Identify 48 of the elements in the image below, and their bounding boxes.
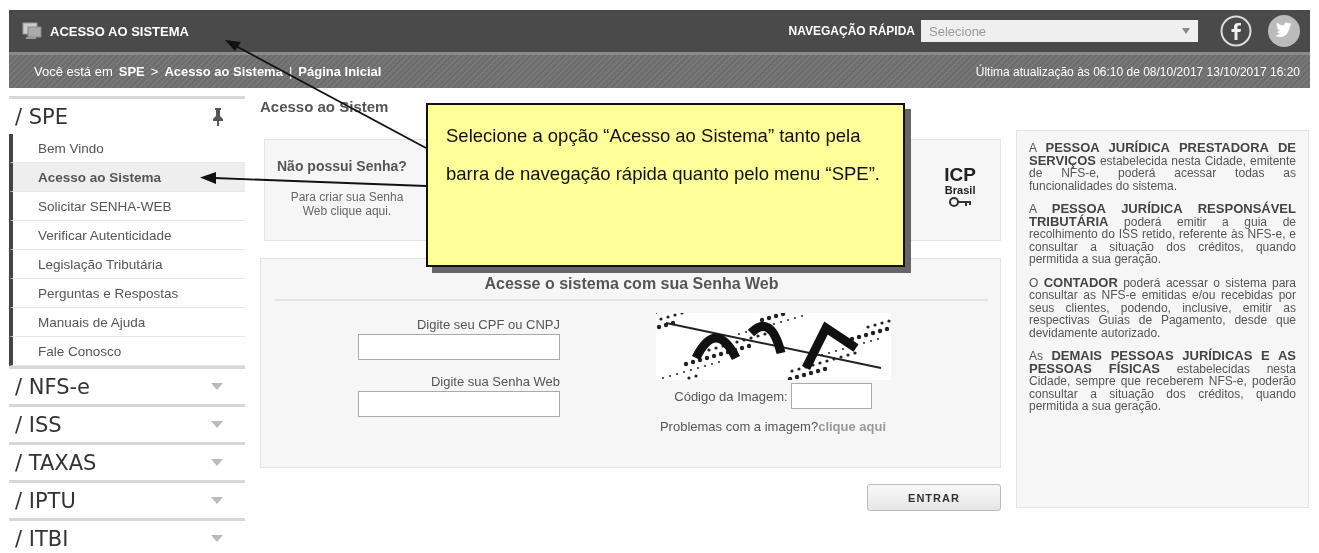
sidebar-item[interactable]: Acesso ao Sistema <box>9 163 245 192</box>
captcha-label: Código da Imagem: <box>674 388 788 404</box>
captcha-input[interactable] <box>790 383 872 409</box>
breadcrumb-prefix: Você está em <box>34 64 113 79</box>
sidebar-item[interactable]: Fale Conosco <box>9 337 245 366</box>
info-paragraph: A PESSOA JURÍDICA RESPONSÁVEL TRIBUTÁRIA poderá emitir a guia de recolhimento do ISS retido, referente às NFS-e, e consultar a situação dos créditos, quando permitida a sua geração. <box>1029 203 1296 266</box>
login-title: Acesse o sistema com sua Senha Web <box>275 275 988 301</box>
captcha-problem-text: Problemas com a imagem? <box>659 419 819 434</box>
card-text[interactable]: Para criar sua Senha Web clique aqui. <box>277 190 417 218</box>
sidebar-section-header[interactable]: / ISS <box>9 404 245 442</box>
password-input[interactable] <box>358 391 560 417</box>
caret-icon <box>1182 28 1190 34</box>
facebook-icon[interactable] <box>1220 15 1252 47</box>
sidebar-item[interactable]: Legislação Tributária <box>9 250 245 279</box>
chevron-icon <box>211 535 223 542</box>
submit-button[interactable]: ENTRAR <box>867 484 1001 511</box>
info-paragraph: A PESSOA JURÍDICA PRESTADORA DE SERVIÇOS estabelecida nesta Cidade, emitente de NFS-e, poderá acessar todas as funcionalidades do sistema. <box>1029 142 1296 192</box>
chevron-icon <box>211 383 223 390</box>
sidebar-item[interactable]: Verificar Autenticidade <box>9 221 245 250</box>
pin-icon[interactable] <box>213 107 223 126</box>
bird-icon[interactable] <box>1268 15 1300 47</box>
breadcrumb-link[interactable]: Acesso ao Sistema <box>164 64 283 79</box>
sidebar-item[interactable]: Solicitar SENHA-WEB <box>9 192 245 221</box>
chevron-icon <box>211 421 223 428</box>
sidebar-item[interactable]: Manuais de Ajuda <box>9 308 245 337</box>
sidebar-section-header[interactable]: / NFS-e <box>9 366 245 404</box>
cpf-label: Digite seu CPF ou CNPJ <box>416 317 560 332</box>
card-title: Não possui Senha? <box>277 158 408 174</box>
sidebar-section-header[interactable]: / TAXAS <box>9 442 245 480</box>
sidebar-item[interactable]: Perguntas e Respostas <box>9 279 245 308</box>
breadcrumb-link[interactable]: SPE <box>118 64 145 79</box>
computer-icon <box>22 22 42 40</box>
callout-text: Selecione a opção “Acesso ao Sistema” tanto pela barra de navegação rápida quanto pelo menu “SPE”. <box>446 124 881 186</box>
icp-logo: ICP Brasil <box>944 166 976 240</box>
info-paragraph: O CONTADOR poderá acessar o sistema para consultar as NFS-e emitidas e/ou recebidas por seus clientes, podendo, inclusive, emitir as respectivas Guias de Pagamento, desde que devidamente autorizado. <box>1029 276 1296 339</box>
sidebar-section-header[interactable]: / ITBI <box>9 518 245 553</box>
cpf-input[interactable] <box>358 334 560 360</box>
sidebar-item[interactable]: Bem Vindo <box>9 134 245 163</box>
quick-nav-label: NAVEGAÇÃO RÁPIDA <box>788 24 915 38</box>
last-update-text: Última atualização às 06:10 de 08/10/2017 13/10/2017 16:20 <box>975 64 1300 79</box>
chevron-icon <box>211 497 223 504</box>
sidebar-section-header[interactable]: / IPTU <box>9 480 245 518</box>
breadcrumb-separator: > <box>150 64 159 79</box>
header-title: ACESSO AO SISTEMA <box>50 23 190 39</box>
info-paragraph: As DEMAIS PESSOAS JURÍDICAS E AS PESSOAS FÍSICAS estabelecidas nesta Cidade, sempre que receberem NFS-e, poderão consultar a situação dos créditos, quando permitida a sua geração. <box>1029 350 1296 413</box>
password-label: Digite sua Senha Web <box>430 374 560 389</box>
breadcrumb-link[interactable]: Página Inicial <box>298 64 382 79</box>
chevron-icon <box>211 459 223 466</box>
